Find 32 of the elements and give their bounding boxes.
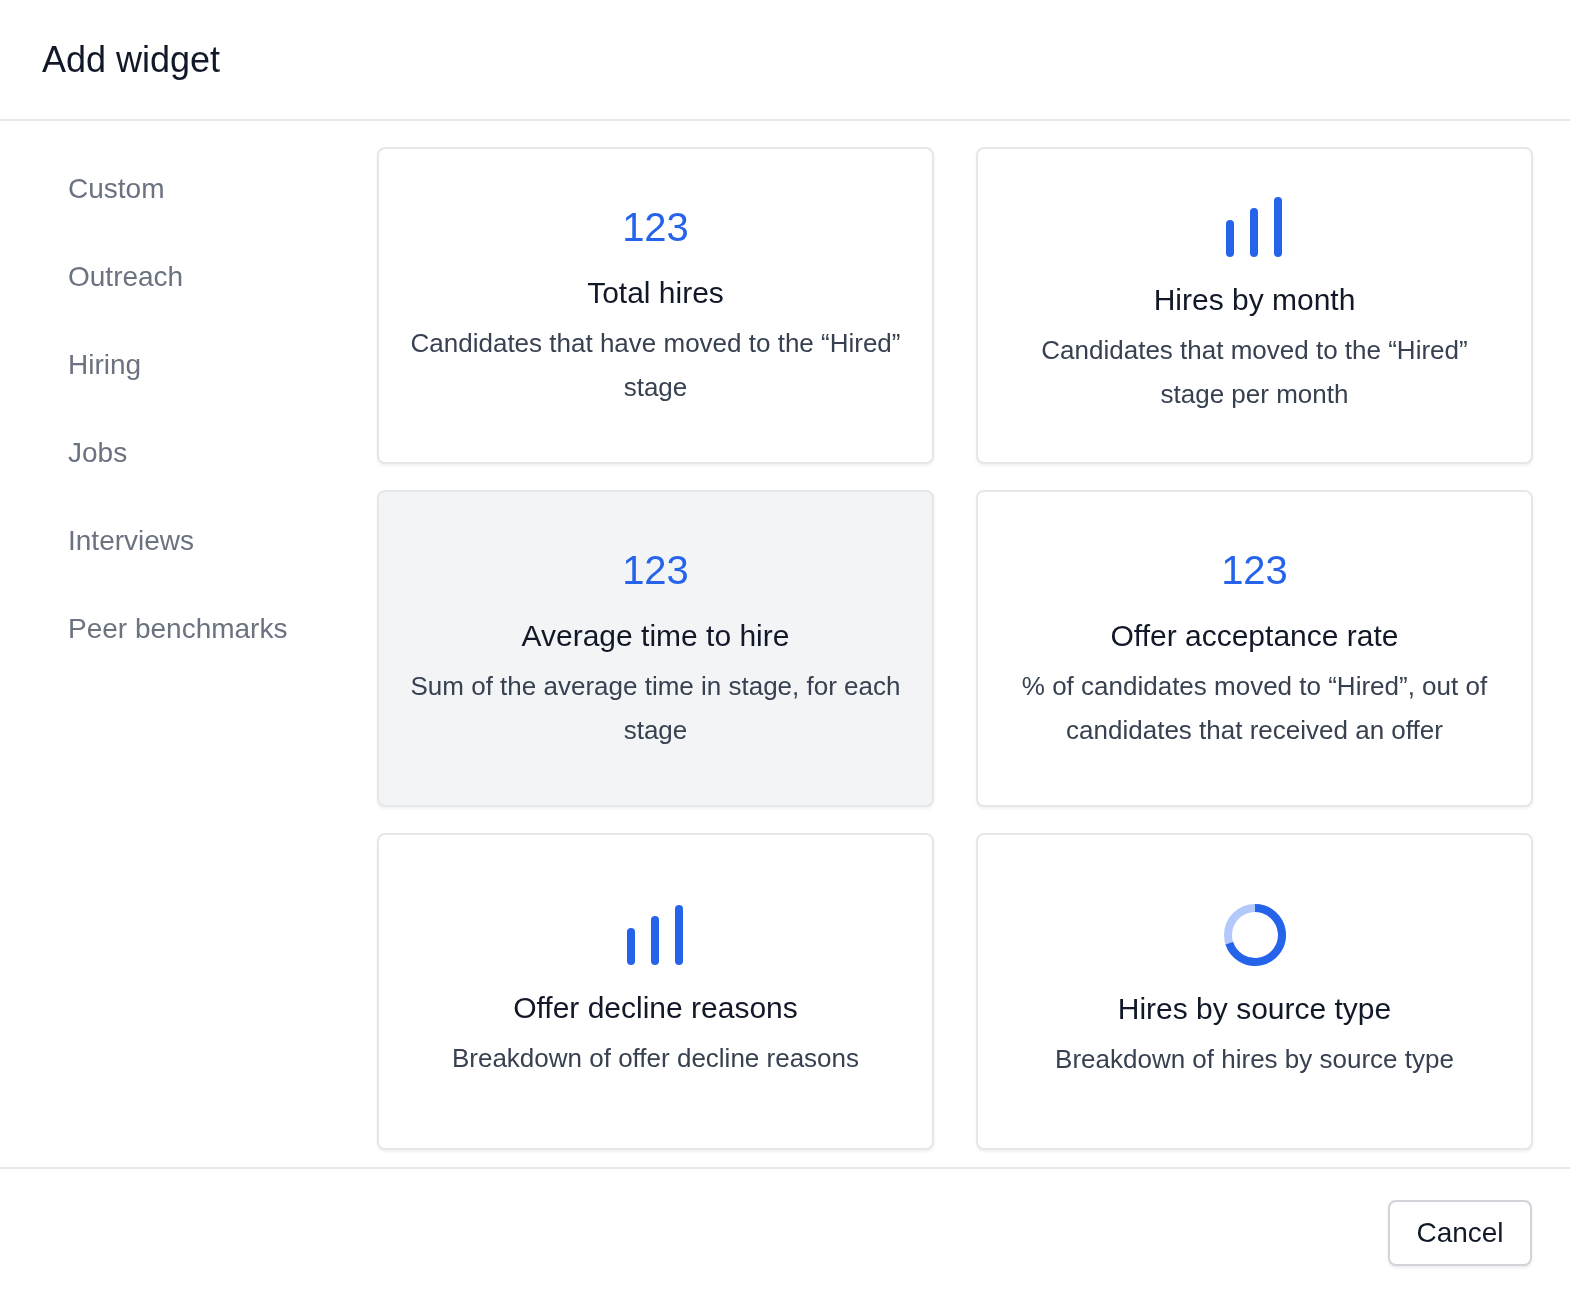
category-link[interactable]: Jobs [68, 437, 377, 469]
widget-card[interactable]: 123 Total hires Candidates that have moved to the “Hired” stage [377, 147, 934, 464]
widget-title: Average time to hire [521, 617, 790, 654]
widget-description: % of candidates moved to “Hired”, out of candidates that received an offer [1020, 669, 1489, 747]
number-preview: 123 [622, 203, 689, 251]
widget-description: Breakdown of hires by source type [1055, 1042, 1454, 1076]
widget-title: Hires by source type [1117, 990, 1392, 1027]
bar-chart-icon [625, 903, 686, 966]
widget-description: Sum of the average time in stage, for each stage [409, 669, 902, 747]
bar-chart-icon [1224, 195, 1285, 258]
category-link[interactable]: Hiring [68, 349, 377, 381]
widget-card[interactable]: 123 Offer acceptance rate % of candidates moved to “Hired”, out of candidates that received an offer [976, 490, 1533, 807]
widget-description: Breakdown of offer decline reasons [451, 1041, 860, 1075]
widget-description: Candidates that moved to the “Hired” stage per month [1040, 333, 1469, 411]
widget-description: Candidates that have moved to the “Hired” stage [409, 326, 902, 404]
dialog-title: Add widget [42, 38, 221, 81]
category-link[interactable]: Outreach [68, 261, 377, 293]
category-link[interactable]: Interviews [68, 525, 377, 557]
donut-chart-icon [1222, 902, 1287, 967]
number-preview: 123 [622, 546, 689, 594]
widget-title: Offer decline reasons [513, 989, 798, 1026]
widget-card[interactable]: 123 Average time to hire Sum of the average time in stage, for each stage [377, 490, 934, 807]
widget-card[interactable]: Offer decline reasons Breakdown of offer decline reasons [377, 833, 934, 1150]
widget-title: Hires by month [1153, 281, 1356, 318]
widget-card[interactable]: Hires by month Candidates that moved to the “Hired” stage per month [976, 147, 1533, 464]
category-link[interactable]: Custom [68, 173, 377, 205]
widget-card[interactable]: Hires by source type Breakdown of hires by source type [976, 833, 1533, 1150]
cancel-button[interactable]: Cancel [1388, 1200, 1532, 1266]
widget-title: Total hires [587, 274, 724, 311]
widget-title: Offer acceptance rate [1110, 617, 1399, 654]
category-link[interactable]: Peer benchmarks [68, 613, 377, 645]
number-preview: 123 [1221, 546, 1288, 594]
